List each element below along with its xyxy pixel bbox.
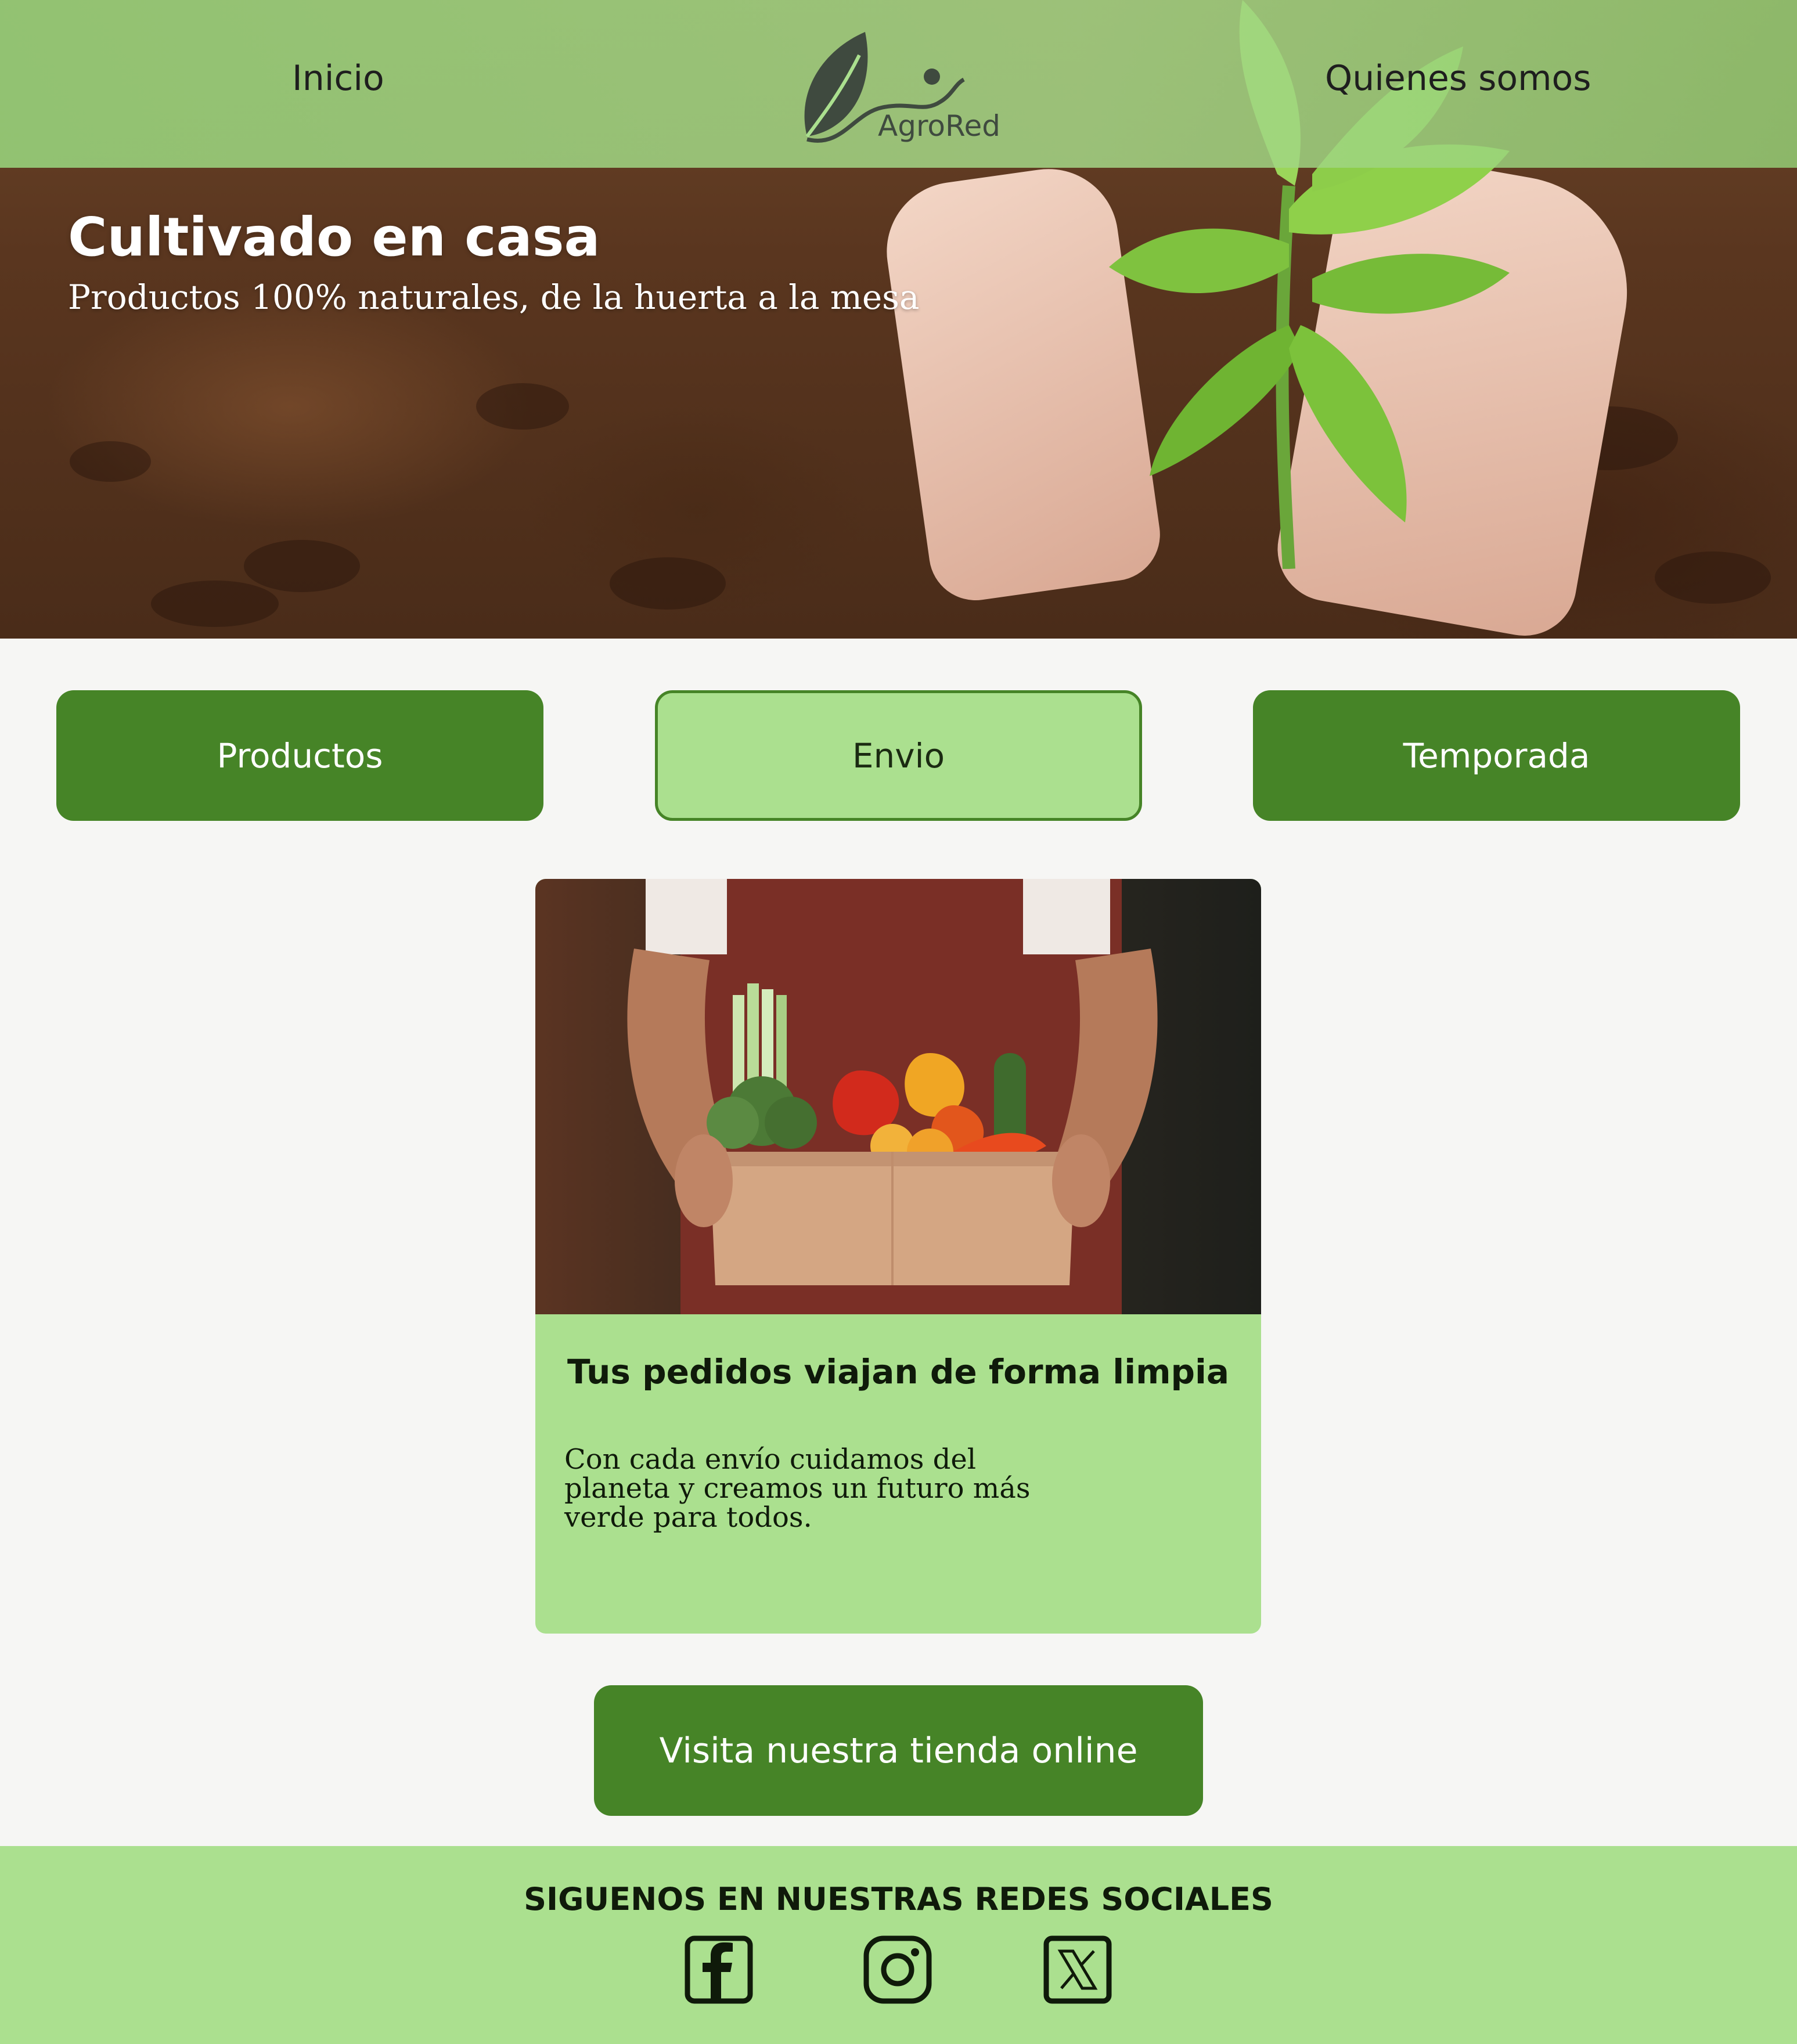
vegetable-box-image <box>535 879 1261 1314</box>
soil-texture <box>151 581 279 627</box>
footer-title: SIGUENOS EN NUESTRAS REDES SOCIALES <box>524 1881 1273 1917</box>
card-text: Con cada envío cuidamos del planeta y cr… <box>564 1443 1031 1534</box>
top-navbar: Inicio AgroRed Quienes somos <box>0 0 1797 168</box>
instagram-icon[interactable] <box>863 1935 932 2005</box>
visit-store-button[interactable]: Visita nuestra tienda online <box>594 1685 1203 1816</box>
nav-link-quienes-somos[interactable]: Quienes somos <box>1325 58 1591 99</box>
hero-title: Cultivado en casa <box>68 206 600 268</box>
envio-button[interactable]: Envio <box>655 690 1142 821</box>
productos-button[interactable]: Productos <box>56 690 543 821</box>
soil-texture <box>244 540 360 592</box>
footer: SIGUENOS EN NUESTRAS REDES SOCIALES <box>0 1846 1797 2044</box>
vegetable-box-illustration <box>627 879 1158 1314</box>
temporada-button[interactable]: Temporada <box>1253 690 1740 821</box>
logo-text: AgroRed <box>878 109 1000 143</box>
x-icon[interactable] <box>1043 1935 1112 2005</box>
soil-texture <box>1655 551 1771 604</box>
nav-link-inicio[interactable]: Inicio <box>292 58 384 99</box>
soil-texture <box>70 441 151 482</box>
card-title: Tus pedidos viajan de forma limpia <box>567 1352 1230 1391</box>
shipping-card: Tus pedidos viajan de forma limpia Con c… <box>535 879 1261 1634</box>
facebook-icon[interactable] <box>684 1935 754 2005</box>
soil-texture <box>610 557 726 610</box>
soil-texture <box>476 383 569 430</box>
hero-subtitle: Productos 100% naturales, de la huerta a… <box>68 277 920 317</box>
